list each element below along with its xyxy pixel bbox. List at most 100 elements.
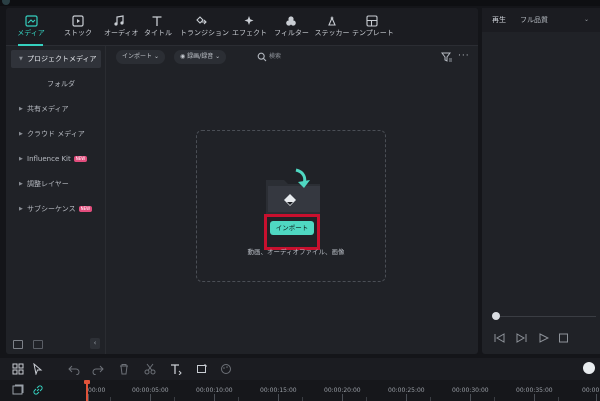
transition-icon <box>196 16 207 25</box>
sidebar-item-label: Influence Kit <box>27 155 71 163</box>
playhead[interactable] <box>86 381 88 401</box>
step-forward-icon[interactable] <box>516 333 527 343</box>
caret-right-icon: ▶ <box>19 206 23 212</box>
collapse-sidebar-button[interactable]: ‹ <box>90 338 100 349</box>
folder-icon[interactable] <box>33 340 43 349</box>
caret-right-icon: ▶ <box>19 106 23 112</box>
sidebar-item-label: プロジェクトメディア <box>27 55 97 63</box>
ruler-tick <box>238 397 239 401</box>
tab-effect[interactable]: エフェクト <box>232 12 267 44</box>
playback-scrubber-track[interactable] <box>496 316 596 317</box>
color-palette-icon[interactable] <box>220 363 232 375</box>
chevron-down-icon: ⌄ <box>215 53 221 60</box>
media-panel: メディア ストック オーディオ タイトル トランジション エフェクト フィルター <box>6 8 478 354</box>
tab-sticker[interactable]: ステッカー <box>314 12 350 44</box>
filter-funnel-icon[interactable] <box>441 52 452 62</box>
sidebar-item-label: フォルダ <box>47 80 75 88</box>
tab-stock[interactable]: ストック <box>64 12 92 44</box>
drop-hint-text: 動画、オーディオファイル、画像 <box>247 248 345 256</box>
tab-effect-label: エフェクト <box>232 29 267 37</box>
ruler-label: 00:00:15:00 <box>260 387 297 394</box>
sidebar-item-influence-kit[interactable]: ▶ Influence Kit NEW <box>11 150 101 168</box>
ruler-tick <box>430 397 431 401</box>
ruler-label: 00:00:30:00 <box>452 387 489 394</box>
import-dropdown-label: インポート <box>122 53 153 60</box>
crop-icon[interactable] <box>196 363 208 375</box>
ruler-tick <box>302 397 303 401</box>
record-dropdown-label: 録画/録音 <box>187 53 214 60</box>
template-grid-icon <box>366 15 378 27</box>
caret-right-icon: ▶ <box>19 156 23 162</box>
player-label: 再生 <box>492 16 506 24</box>
ruler-tick <box>558 397 559 401</box>
tab-title[interactable]: タイトル <box>144 12 172 44</box>
new-folder-icon[interactable] <box>13 340 23 349</box>
effect-sparkle-icon <box>244 16 254 25</box>
layout-grid-icon[interactable] <box>12 363 24 375</box>
tab-transition[interactable]: トランジション <box>180 12 229 44</box>
sidebar-item-subsequence[interactable]: ▶ サブシーケンス NEW <box>11 200 101 218</box>
add-track-icon[interactable] <box>12 384 24 396</box>
tab-stock-label: ストック <box>64 29 92 37</box>
tab-media[interactable]: メディア <box>16 12 46 44</box>
stop-icon[interactable] <box>558 333 569 343</box>
filter-circles-icon <box>286 16 296 26</box>
scissors-icon[interactable] <box>144 363 156 375</box>
media-sidebar: ▼ プロジェクトメディア フォルダ ▶ 共有メディア ▶ クラウド メディア ▶… <box>6 46 106 354</box>
ruler-label: 00:00:10:00 <box>196 387 233 394</box>
text-tool-icon[interactable] <box>170 363 182 375</box>
ruler-tick <box>278 394 279 401</box>
media-filter-bar: インポート ⌄ ◉ 録画/録音 ⌄ 検索 ··· <box>116 50 476 64</box>
delete-trash-icon[interactable] <box>118 363 130 375</box>
tab-sticker-label: ステッカー <box>314 29 350 37</box>
quality-dropdown[interactable]: フル品質 <box>520 8 548 32</box>
tab-transition-label: トランジション <box>180 29 229 37</box>
stock-icon <box>72 15 84 27</box>
timeline-settings-icon[interactable] <box>583 362 595 374</box>
search-input[interactable]: 検索 <box>269 50 281 64</box>
link-chain-icon[interactable] <box>32 384 44 396</box>
sidebar-item-label: 共有メディア <box>27 105 69 113</box>
window-top-strip <box>0 0 600 6</box>
undo-icon[interactable] <box>68 363 80 375</box>
title-t-icon <box>152 16 162 26</box>
ruler-label: 00:00:25:00 <box>388 387 425 394</box>
sidebar-item-cloud-media[interactable]: ▶ クラウド メディア <box>11 125 101 143</box>
more-options-icon[interactable]: ··· <box>458 50 470 62</box>
chevron-down-icon[interactable]: ⌄ <box>584 8 589 32</box>
new-badge: NEW <box>73 156 88 162</box>
caret-right-icon: ▶ <box>19 181 23 187</box>
audio-note-icon <box>114 15 124 26</box>
ruler-tick <box>342 394 343 401</box>
ruler-label: 00:00:05:00 <box>132 387 169 394</box>
import-dropdown[interactable]: インポート ⌄ <box>116 50 165 64</box>
import-button[interactable]: インポート <box>270 221 314 235</box>
ruler-tick <box>494 397 495 401</box>
ruler-label: 00:00 <box>88 387 106 394</box>
sidebar-item-label: サブシーケンス <box>27 205 76 213</box>
timeline-toolbar <box>0 358 600 380</box>
tab-template-label: テンプレート <box>352 29 394 37</box>
playback-scrubber-knob[interactable] <box>492 312 500 320</box>
sidebar-item-folder[interactable]: フォルダ <box>11 75 101 93</box>
step-back-icon[interactable] <box>494 333 505 343</box>
search-icon[interactable] <box>257 52 267 62</box>
tab-template[interactable]: テンプレート <box>352 12 394 44</box>
sidebar-item-shared-media[interactable]: ▶ 共有メディア <box>11 100 101 118</box>
chevron-down-icon: ⌄ <box>153 53 159 60</box>
caret-right-icon: ▶ <box>19 131 23 137</box>
sidebar-item-project-media[interactable]: ▼ プロジェクトメディア <box>11 50 101 68</box>
tab-media-label: メディア <box>17 29 45 37</box>
player-header: 再生 フル品質 ⌄ <box>482 8 600 32</box>
tab-audio[interactable]: オーディオ <box>104 12 139 44</box>
sidebar-item-label: 調整レイヤー <box>27 180 69 188</box>
ruler-label: 00:00:20:00 <box>324 387 361 394</box>
record-dropdown[interactable]: ◉ 録画/録音 ⌄ <box>174 50 227 64</box>
caret-down-icon: ▼ <box>19 56 23 62</box>
tab-filter[interactable]: フィルター <box>274 12 309 44</box>
select-cursor-icon[interactable] <box>32 363 44 375</box>
sidebar-item-adjustment-layer[interactable]: ▶ 調整レイヤー <box>11 175 101 193</box>
play-icon[interactable] <box>538 333 549 343</box>
redo-icon[interactable] <box>92 363 104 375</box>
sidebar-item-label: クラウド メディア <box>27 130 85 138</box>
